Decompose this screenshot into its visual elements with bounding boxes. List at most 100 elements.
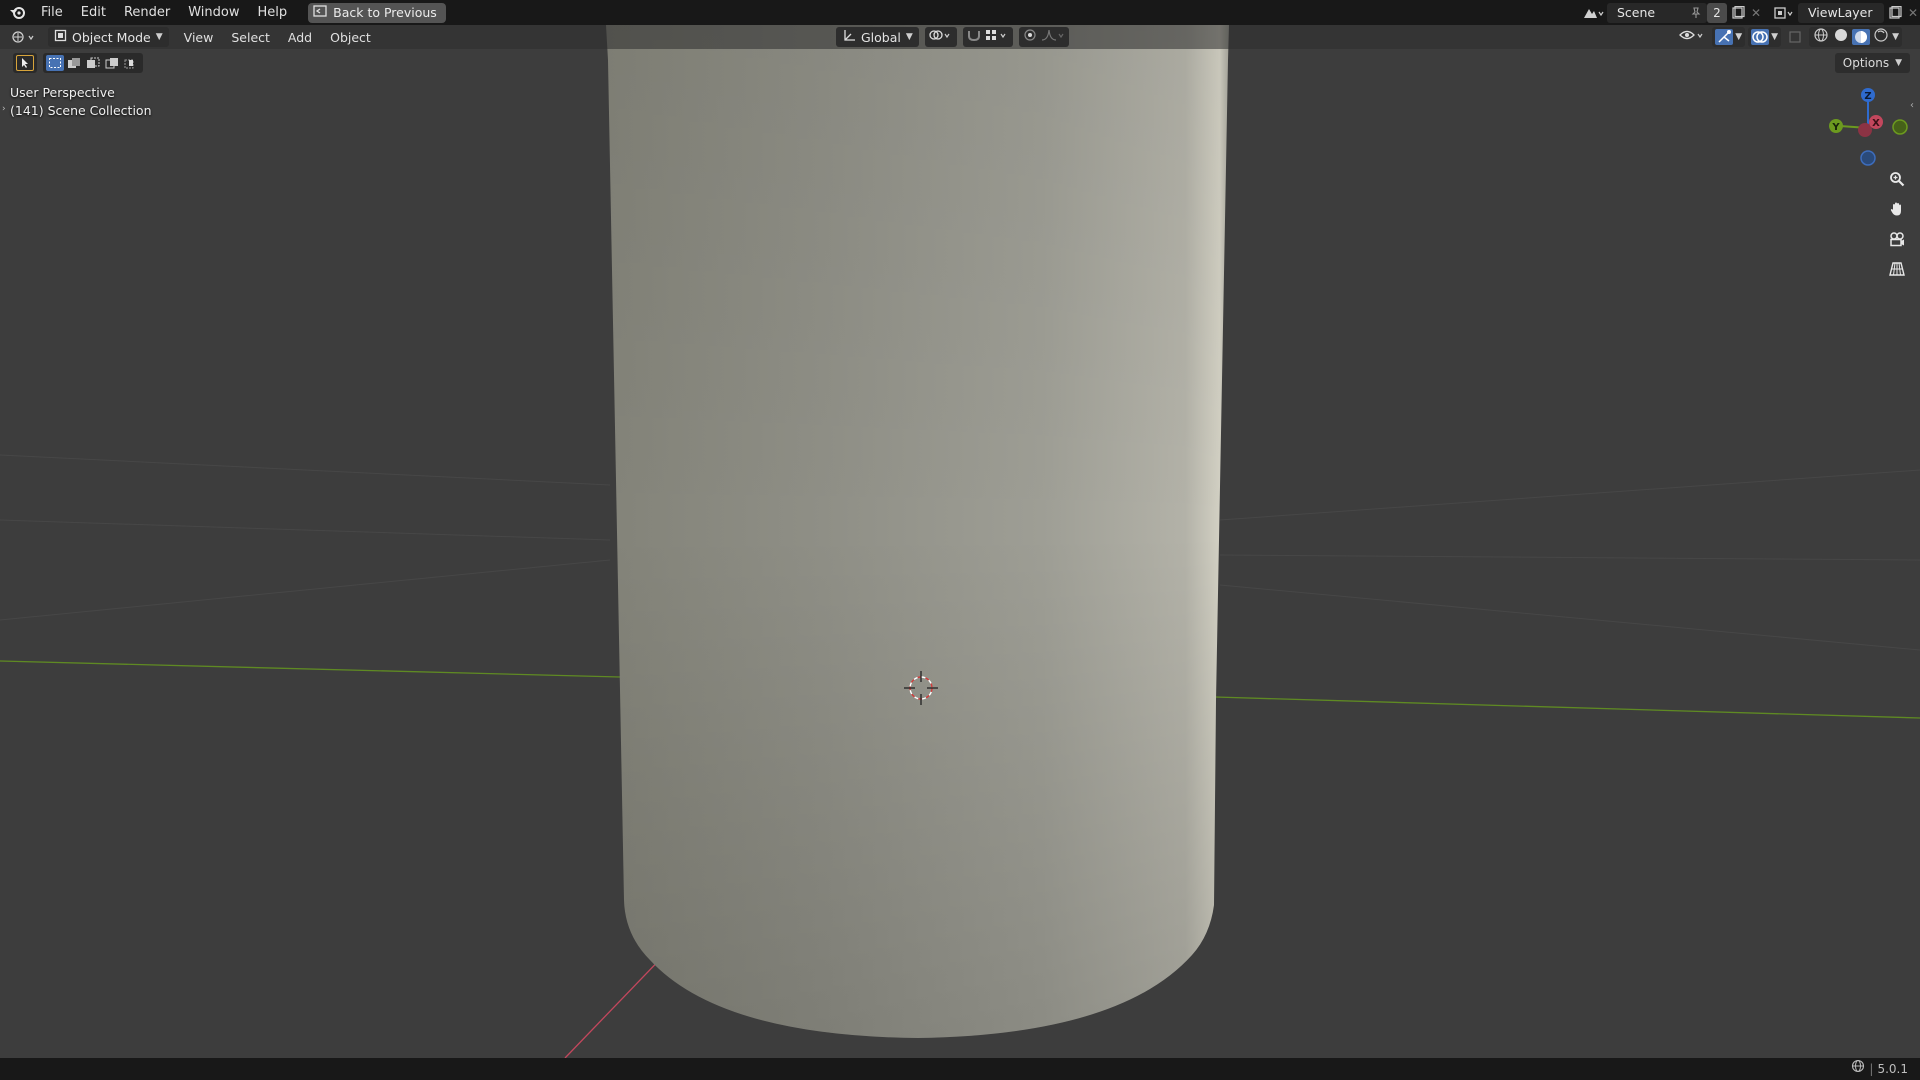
rendered-shading-icon[interactable] [1872,27,1890,47]
version-label: 5.0.1 [1877,1062,1908,1076]
top-bar: File Edit Render Window Help Back to Pre… [0,0,1920,25]
menu-render[interactable]: Render [115,0,179,25]
menu-help[interactable]: Help [249,0,297,25]
axis-y-line-right [1214,696,1920,719]
falloff-icon [1040,28,1066,46]
header-menu-add[interactable]: Add [279,30,321,45]
gizmo-icon [1715,29,1734,45]
viewport-header: Object Mode ▼ View Select Add Object Glo… [0,25,1920,49]
overlays-icon [1751,29,1770,45]
chevron-down-icon[interactable]: ▼ [1892,32,1899,42]
back-to-previous-button[interactable]: Back to Previous [308,2,446,23]
gizmo-x-label: X [1872,118,1880,129]
screen-back-icon [313,5,327,20]
scene-field[interactable]: Scene [1607,2,1707,23]
solid-shading-icon[interactable] [1832,27,1850,47]
mode-dropdown[interactable]: Object Mode ▼ [48,27,169,47]
pivot-icon [928,28,954,46]
gizmo-y-label: Y [1831,122,1840,133]
scene-name[interactable]: Scene [1607,5,1685,20]
mode-label: Object Mode [72,29,151,45]
select-subtract-icon[interactable] [84,55,102,71]
pin-icon[interactable] [1685,3,1707,23]
magnet-icon [966,28,982,46]
blender-logo-icon[interactable] [2,0,32,25]
tool-settings-row [13,53,143,73]
zoom-icon [1889,171,1905,191]
proportional-editing-icon [1022,28,1038,46]
header-right-tools: ▼ ▼ ▼ [1677,27,1902,47]
object-mode-icon [54,29,67,45]
version-area: | 5.0.1 [1851,1058,1908,1080]
scene-users-count[interactable]: 2 [1707,2,1727,23]
zoom-view-button[interactable] [1884,168,1910,194]
camera-view-button[interactable] [1884,228,1910,254]
active-tool-button[interactable] [13,53,37,73]
viewport-3d[interactable] [0,0,1920,1080]
new-view-layer-icon[interactable] [1884,3,1906,23]
selection-mode-group[interactable] [43,53,143,73]
new-scene-icon[interactable] [1727,3,1749,23]
select-new-icon[interactable] [46,55,64,71]
chevron-right-icon[interactable]: › [2,104,6,114]
select-intersect-icon[interactable] [122,55,140,71]
collection-label: (141) Scene Collection [10,103,152,118]
camera-icon [1888,231,1906,251]
overlays-toggle[interactable]: ▼ [1748,27,1782,47]
snap-toggle[interactable] [962,27,1013,47]
select-invert-icon[interactable] [103,55,121,71]
header-center-tools: Global ▼ [836,27,1069,47]
menu-file[interactable]: File [32,0,72,25]
header-menu-select[interactable]: Select [222,30,279,45]
navigation-gizmo[interactable]: Z Y X [1820,82,1910,168]
pan-view-button[interactable] [1884,198,1910,224]
menu-window[interactable]: Window [179,0,248,25]
delete-scene-icon[interactable]: ✕ [1749,3,1763,23]
chevron-down-icon: ▼ [1895,58,1902,68]
delete-view-layer-icon[interactable]: ✕ [1906,3,1920,23]
status-bar: | 5.0.1 [0,1058,1920,1080]
grid-perspective-icon [1889,261,1905,281]
chevron-down-icon: ▼ [905,32,913,42]
editor-type-icon[interactable] [8,27,42,47]
menu-edit[interactable]: Edit [72,0,115,25]
view-layer-selector-icon[interactable] [1773,3,1795,23]
proportional-editing-toggle[interactable] [1018,27,1069,47]
transform-orientation-icon [842,29,856,46]
back-to-previous-label: Back to Previous [333,5,437,20]
snap-grid-icon [984,28,1010,46]
axis-y-line-left [0,660,621,678]
chevron-down-icon: ▼ [155,32,163,42]
hand-icon [1889,201,1905,221]
eye-icon [1678,28,1708,46]
toggle-perspective-button[interactable] [1884,258,1910,284]
view-layer-name[interactable]: ViewLayer [1798,5,1884,20]
xray-toggle-icon[interactable] [1784,27,1806,47]
chevron-down-icon[interactable]: ▼ [1735,32,1742,42]
header-menu-view[interactable]: View [175,30,223,45]
material-preview-shading-icon[interactable] [1852,29,1871,45]
orientation-label: Global [861,29,901,45]
select-extend-icon[interactable] [65,55,83,71]
gizmo-y-pos[interactable] [1892,119,1908,135]
network-globe-icon[interactable] [1851,1058,1865,1080]
header-menu-object[interactable]: Object [321,30,380,45]
options-dropdown[interactable]: Options ▼ [1834,53,1910,73]
options-label: Options [1842,56,1890,70]
sidebar-toggle-arrow[interactable]: ‹ [1910,100,1920,116]
top-right-controls: Scene 2 ✕ ViewLayer ✕ [1582,0,1920,25]
gizmo-z-label: Z [1864,91,1871,102]
status-separator: | [1869,1062,1874,1076]
gizmo-z-neg[interactable] [1860,150,1876,166]
wireframe-shading-icon[interactable] [1812,27,1830,47]
scene-selector-icon[interactable] [1582,3,1604,23]
perspective-label: User Perspective [10,85,115,100]
orientation-dropdown[interactable]: Global ▼ [836,27,919,47]
gizmo-toggle[interactable]: ▼ [1712,27,1746,47]
pivot-point-dropdown[interactable] [924,27,957,47]
view-layer-field[interactable]: ViewLayer [1798,2,1884,23]
shading-mode-group[interactable]: ▼ [1809,27,1902,47]
visibility-dropdown[interactable] [1677,27,1709,47]
select-box-tool-icon [16,55,34,71]
chevron-down-icon[interactable]: ▼ [1771,32,1778,42]
